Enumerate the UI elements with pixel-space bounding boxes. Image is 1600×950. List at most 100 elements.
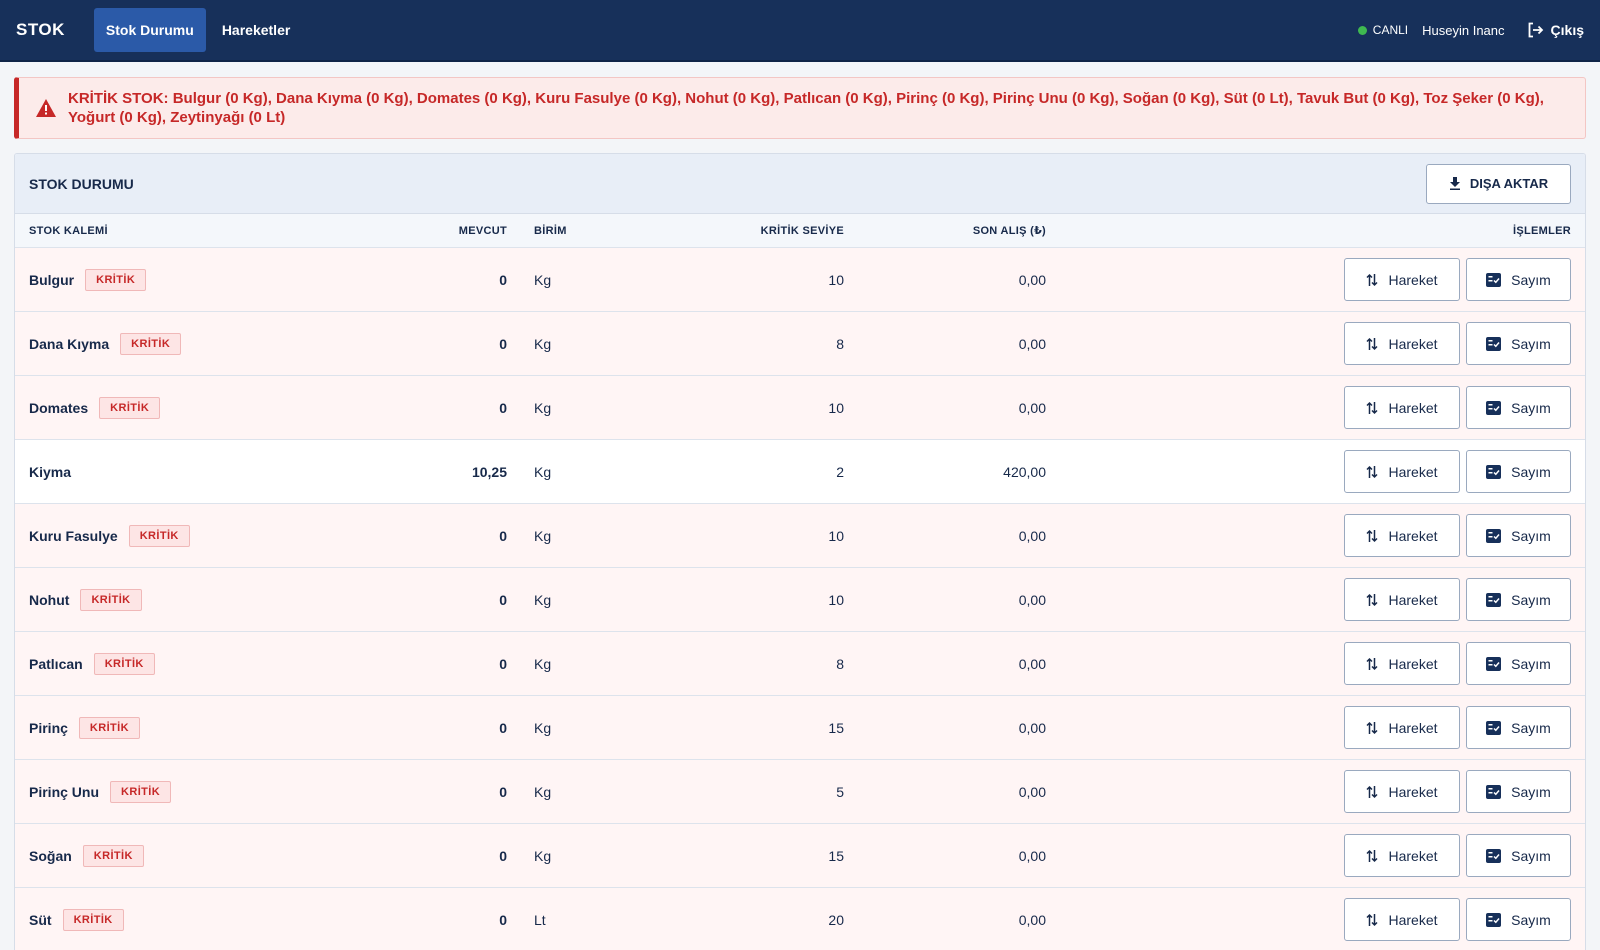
count-button[interactable]: Sayım — [1466, 834, 1571, 877]
checklist-icon — [1486, 272, 1502, 287]
stock-item-cell: Süt KRİTİK — [29, 908, 434, 931]
count-button[interactable]: Sayım — [1466, 706, 1571, 749]
stock-last-price: 0,00 — [1018, 399, 1046, 416]
checklist-icon — [1486, 528, 1502, 543]
stock-last-price: 0,00 — [1018, 655, 1046, 672]
row-actions: Hareket Sayım — [1046, 322, 1571, 365]
table-row: Bulgur KRİTİK 0 Kg 10 0,00 Hareket Sayım — [15, 248, 1585, 312]
stock-unit: Kg — [534, 271, 552, 288]
stock-item-name: Bulgur — [29, 271, 75, 288]
logout-button[interactable]: Çıkış — [1527, 22, 1584, 38]
col-header-unit: BİRİM — [534, 224, 567, 237]
table-row: Dana Kıyma KRİTİK 0 Kg 8 0,00 Hareket Sayım — [15, 312, 1585, 376]
movement-label: Hareket — [1388, 655, 1438, 672]
count-label: Sayım — [1511, 655, 1551, 672]
stock-critical-level: 20 — [828, 911, 844, 928]
stock-critical-level: 15 — [828, 847, 844, 864]
checklist-icon — [1486, 912, 1502, 927]
download-icon — [1449, 177, 1461, 190]
movement-button[interactable]: Hareket — [1344, 514, 1460, 557]
movement-label: Hareket — [1388, 719, 1438, 736]
stock-unit: Kg — [534, 463, 552, 480]
count-button[interactable]: Sayım — [1466, 386, 1571, 429]
count-button[interactable]: Sayım — [1466, 578, 1571, 621]
stock-item-name: Nohut — [29, 591, 70, 608]
col-header-actions: İŞLEMLER — [1512, 224, 1571, 237]
topbar-right: CANLI Huseyin Inanc Çıkış — [1357, 22, 1584, 38]
movement-label: Hareket — [1388, 399, 1438, 416]
stock-item-cell: Bulgur KRİTİK — [29, 268, 434, 291]
count-button[interactable]: Sayım — [1466, 322, 1571, 365]
row-actions: Hareket Sayım — [1046, 834, 1571, 877]
critical-badge: KRİTİK — [99, 396, 161, 419]
panel-header: STOK DURUMU DIŞA AKTAR — [15, 154, 1585, 214]
stock-item-name: Soğan — [29, 847, 72, 864]
row-actions: Hareket Sayım — [1046, 514, 1571, 557]
movement-button[interactable]: Hareket — [1344, 770, 1460, 813]
stock-critical-level: 10 — [828, 591, 844, 608]
movement-label: Hareket — [1388, 591, 1438, 608]
stock-critical-level: 15 — [828, 719, 844, 736]
table-body: Bulgur KRİTİK 0 Kg 10 0,00 Hareket Sayım Dana Kı… — [15, 248, 1585, 950]
movement-button[interactable]: Hareket — [1344, 386, 1460, 429]
arrows-up-down-icon — [1366, 465, 1379, 479]
count-button[interactable]: Sayım — [1466, 514, 1571, 557]
stock-last-price: 0,00 — [1018, 783, 1046, 800]
movement-button[interactable]: Hareket — [1344, 578, 1460, 621]
stock-item-cell: Domates KRİTİK — [29, 396, 434, 419]
tab-stok-durumu[interactable]: Stok Durumu — [93, 8, 206, 52]
count-button[interactable]: Sayım — [1466, 258, 1571, 301]
count-button[interactable]: Sayım — [1466, 642, 1571, 685]
movement-label: Hareket — [1388, 783, 1438, 800]
export-button[interactable]: DIŞA AKTAR — [1426, 163, 1571, 204]
arrows-up-down-icon — [1366, 785, 1379, 799]
table-row: Domates KRİTİK 0 Kg 10 0,00 Hareket Sayım — [15, 376, 1585, 440]
stock-qty: 0 — [499, 271, 507, 288]
table-row: Kuru Fasulye KRİTİK 0 Kg 10 0,00 Hareket Sayım — [15, 504, 1585, 568]
count-label: Sayım — [1511, 527, 1551, 544]
stock-unit: Kg — [534, 527, 552, 544]
row-actions: Hareket Sayım — [1046, 706, 1571, 749]
stock-item-cell: Pirinç KRİTİK — [29, 716, 434, 739]
count-label: Sayım — [1511, 271, 1551, 288]
movement-button[interactable]: Hareket — [1344, 258, 1460, 301]
table-row: Patlıcan KRİTİK 0 Kg 8 0,00 Hareket Sayım — [15, 632, 1585, 696]
stock-qty: 0 — [499, 783, 507, 800]
count-button[interactable]: Sayım — [1466, 450, 1571, 493]
count-label: Sayım — [1511, 719, 1551, 736]
stock-item-name: Pirinç — [29, 719, 68, 736]
count-label: Sayım — [1511, 591, 1551, 608]
stock-qty: 0 — [499, 911, 507, 928]
stock-item-name: Kiyma — [29, 463, 72, 480]
arrows-up-down-icon — [1366, 529, 1379, 543]
movement-button[interactable]: Hareket — [1344, 322, 1460, 365]
tab-hareketler[interactable]: Hareketler — [210, 8, 303, 52]
stock-qty: 0 — [499, 847, 507, 864]
movement-button[interactable]: Hareket — [1344, 706, 1460, 749]
table-row: Pirinç KRİTİK 0 Kg 15 0,00 Hareket Sayım — [15, 696, 1585, 760]
count-button[interactable]: Sayım — [1466, 898, 1571, 941]
stock-last-price: 0,00 — [1018, 335, 1046, 352]
user-name: Huseyin Inanc — [1422, 22, 1505, 38]
count-label: Sayım — [1511, 911, 1551, 928]
stock-critical-level: 8 — [836, 335, 844, 352]
arrows-up-down-icon — [1366, 273, 1379, 287]
arrows-up-down-icon — [1366, 849, 1379, 863]
stock-qty: 0 — [499, 719, 507, 736]
stock-item-cell: Kiyma — [29, 464, 434, 480]
movement-button[interactable]: Hareket — [1344, 834, 1460, 877]
movement-button[interactable]: Hareket — [1344, 642, 1460, 685]
stock-unit: Kg — [534, 783, 552, 800]
stock-unit: Kg — [534, 719, 552, 736]
arrows-up-down-icon — [1366, 913, 1379, 927]
critical-badge: KRİTİK — [120, 332, 182, 355]
count-label: Sayım — [1511, 399, 1551, 416]
movement-button[interactable]: Hareket — [1344, 450, 1460, 493]
stock-last-price: 0,00 — [1018, 271, 1046, 288]
count-label: Sayım — [1511, 847, 1551, 864]
stock-item-name: Süt — [29, 911, 52, 928]
stock-item-cell: Soğan KRİTİK — [29, 844, 434, 867]
movement-button[interactable]: Hareket — [1344, 898, 1460, 941]
count-button[interactable]: Sayım — [1466, 770, 1571, 813]
live-status: CANLI — [1357, 23, 1408, 37]
